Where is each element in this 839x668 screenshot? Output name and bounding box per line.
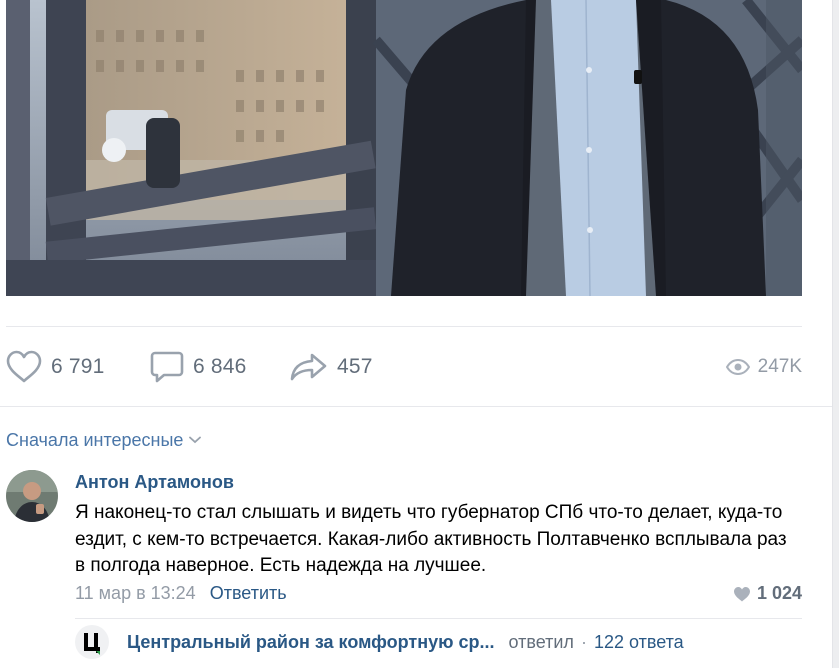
views-counter: 247K xyxy=(725,352,802,382)
replies-thread[interactable]: Центральный район за комфортную ср... от… xyxy=(75,625,684,659)
speech-bubble-icon xyxy=(150,351,184,383)
reply-verb: ответил xyxy=(508,631,574,652)
like-count: 6 791 xyxy=(51,355,105,378)
avatar[interactable] xyxy=(6,470,58,522)
group-logo[interactable] xyxy=(75,625,109,659)
reply-author[interactable]: Центральный район за комфортную ср... xyxy=(127,632,495,653)
separator-dot: · xyxy=(580,631,587,652)
divider xyxy=(6,326,802,327)
comment-meta: 11 мар в 13:24 Ответить xyxy=(75,583,287,604)
chevron-down-icon xyxy=(189,436,202,444)
heart-icon xyxy=(6,350,42,383)
group-logo-icon xyxy=(84,633,100,655)
comment-author[interactable]: Антон Артамонов xyxy=(75,472,234,493)
photo-image xyxy=(6,0,802,296)
like-button[interactable]: 6 791 xyxy=(6,350,105,384)
share-button[interactable]: 457 xyxy=(290,350,373,384)
comment-like-button[interactable]: 1 024 xyxy=(733,583,802,604)
comment-text: Я наконец-то стал слышать и видеть что г… xyxy=(75,502,787,576)
comments-sort-dropdown[interactable]: Сначала интересные xyxy=(6,429,202,451)
share-arrow-icon xyxy=(290,353,327,381)
eye-icon xyxy=(725,359,750,375)
replies-count-link[interactable]: 122 ответа xyxy=(594,632,684,653)
heart-icon xyxy=(733,586,750,601)
divider xyxy=(75,618,802,619)
post-card: 6 791 6 846 457 247K Сначала интересные xyxy=(0,0,832,668)
scroll-gutter xyxy=(832,0,839,668)
avatar-image xyxy=(6,470,58,522)
comment-count: 6 846 xyxy=(193,355,247,378)
comment-date[interactable]: 11 мар в 13:24 xyxy=(75,583,196,604)
reply-button[interactable]: Ответить xyxy=(210,583,287,604)
divider xyxy=(0,406,832,407)
views-count: 247K xyxy=(757,356,802,377)
sort-label: Сначала интересные xyxy=(6,429,184,450)
post-photo[interactable] xyxy=(6,0,802,296)
comment-button[interactable]: 6 846 xyxy=(150,350,247,384)
comment-like-count: 1 024 xyxy=(756,583,802,603)
share-count: 457 xyxy=(337,355,373,378)
